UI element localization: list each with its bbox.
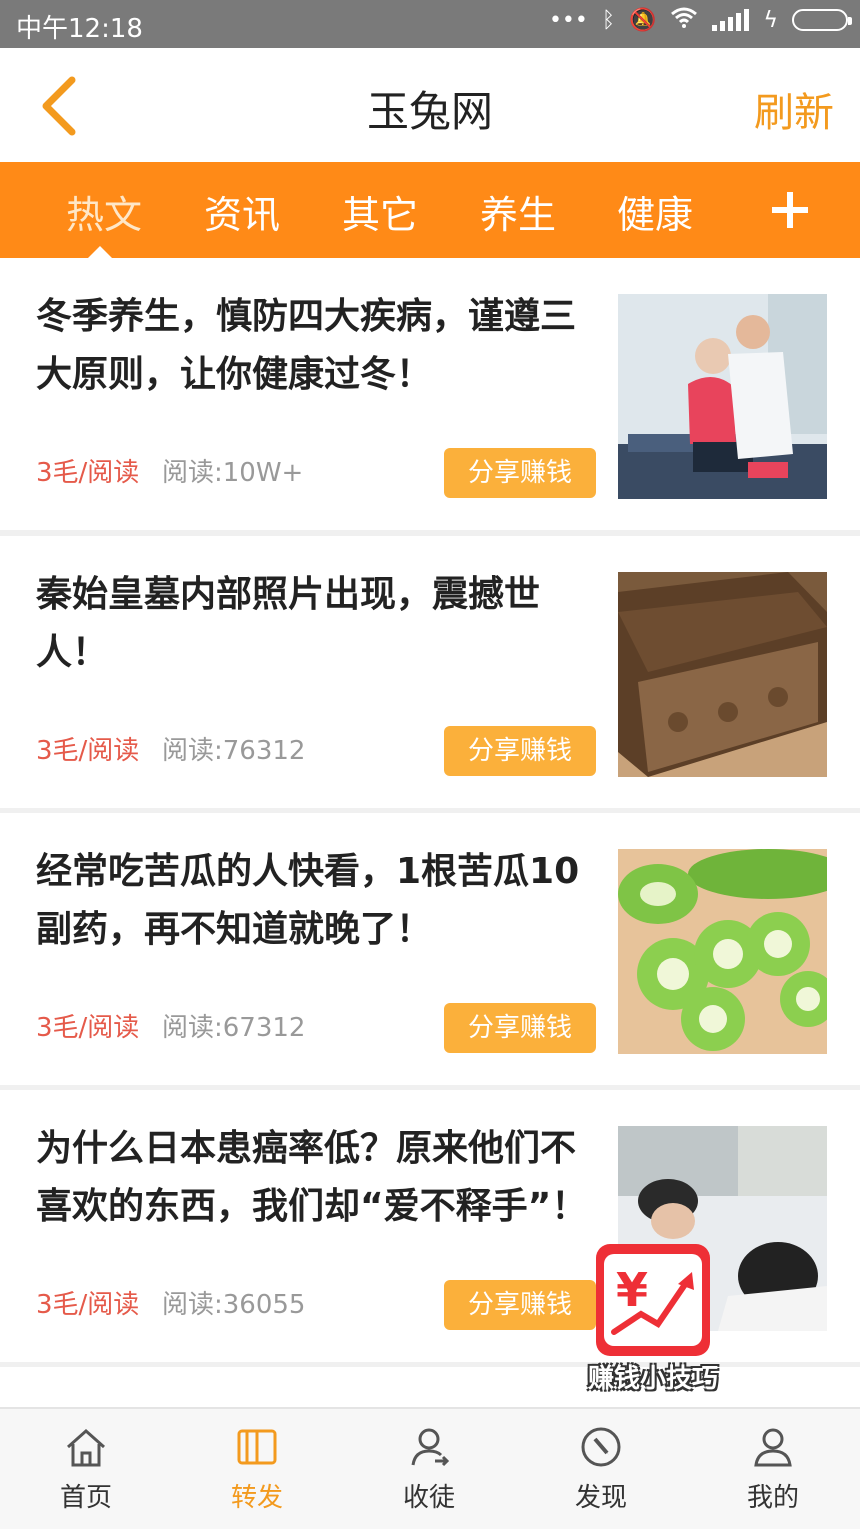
nav-forward-label: 转发 <box>230 1483 283 1513</box>
bottom-nav: 首页 转发 收徒 发现 我的 <box>0 1407 860 1529</box>
tab-hot[interactable]: 热文 <box>66 184 142 239</box>
article-read-count: 阅读:36055 <box>162 1290 306 1320</box>
nav-mine-label: 我的 <box>746 1483 799 1513</box>
article-price: 3毛/阅读 <box>36 736 140 766</box>
nav-apprentice-label: 收徒 <box>402 1483 455 1513</box>
article-title: 秦始皇墓内部照片出现，震撼世人！ <box>36 574 541 673</box>
doctor-patient-photo <box>618 294 827 499</box>
article-title: 冬季养生，慎防四大疾病，谨遵三大原则，让你健康过冬！ <box>36 296 577 395</box>
status-icons: ••• ᛒ 🔕 ϟ <box>548 6 852 34</box>
article-item-partial <box>0 1367 860 1407</box>
bluetooth-icon: ᛒ <box>601 7 616 33</box>
home-icon <box>67 1428 105 1467</box>
bitter-melon-photo <box>618 849 827 1054</box>
add-tab-button[interactable] <box>770 190 810 234</box>
tab-news[interactable]: 资讯 <box>204 184 280 239</box>
article-item[interactable]: 秦始皇墓内部照片出现，震撼世人！ 3毛/阅读 阅读:76312 分享赚钱 <box>0 536 860 808</box>
tab-wellness[interactable]: 养生 <box>480 184 556 239</box>
nav-home[interactable]: 首页 <box>26 1425 146 1514</box>
nav-mine[interactable]: 我的 <box>713 1425 833 1514</box>
article-item[interactable]: 为什么日本患癌率低？原来他们不喜欢的东西，我们却“爱不释手”！ 3毛/阅读 阅读… <box>0 1090 860 1362</box>
tab-health[interactable]: 健康 <box>617 184 693 239</box>
share-earn-button[interactable]: 分享赚钱 <box>444 726 596 776</box>
article-item[interactable]: 经常吃苦瓜的人快看，1根苦瓜10副药，再不知道就晚了！ 3毛/阅读 阅读:673… <box>0 813 860 1085</box>
nav-discover-label: 发现 <box>574 1483 627 1513</box>
earn-tips-floating-button[interactable]: ¥ 赚钱小技巧 <box>578 1240 728 1400</box>
earn-tips-label: 赚钱小技巧 <box>587 1364 718 1394</box>
compass-icon <box>581 1427 621 1467</box>
nav-apprentice[interactable]: 收徒 <box>369 1425 489 1514</box>
person-icon <box>754 1428 792 1467</box>
article-title: 经常吃苦瓜的人快看，1根苦瓜10副药，再不知道就晚了！ <box>36 851 580 950</box>
article-read-count: 阅读:10W+ <box>162 458 304 488</box>
plus-icon <box>772 192 808 228</box>
status-time: 中午12:18 <box>16 14 143 44</box>
add-user-icon <box>411 1428 450 1467</box>
refresh-button[interactable]: 刷新 <box>754 80 834 138</box>
article-price: 3毛/阅读 <box>36 1290 140 1320</box>
nav-discover[interactable]: 发现 <box>541 1425 661 1514</box>
book-icon <box>237 1429 277 1465</box>
battery-icon <box>792 9 852 31</box>
nav-forward[interactable]: 转发 <box>197 1425 317 1514</box>
share-earn-button[interactable]: 分享赚钱 <box>444 448 596 498</box>
page-title: 玉兔网 <box>366 87 493 136</box>
article-read-count: 阅读:67312 <box>162 1013 306 1043</box>
tab-other[interactable]: 其它 <box>342 184 418 239</box>
article-item[interactable]: 冬季养生，慎防四大疾病，谨遵三大原则，让你健康过冬！ 3毛/阅读 阅读:10W+… <box>0 258 860 530</box>
ancient-coffin-photo <box>618 572 827 777</box>
mute-icon: 🔕 <box>629 7 657 33</box>
more-dots-icon: ••• <box>548 7 588 33</box>
yen-chart-icon: ¥ <box>596 1244 710 1356</box>
svg-text:¥: ¥ <box>616 1263 648 1317</box>
category-tabbar: 热文 资讯 其它 养生 健康 <box>0 162 860 258</box>
share-earn-button[interactable]: 分享赚钱 <box>444 1280 596 1330</box>
article-price: 3毛/阅读 <box>36 458 140 488</box>
charging-icon: ϟ <box>763 7 778 33</box>
article-read-count: 阅读:76312 <box>162 736 306 766</box>
article-price: 3毛/阅读 <box>36 1013 140 1043</box>
app-header: 玉兔网 刷新 <box>0 48 860 162</box>
active-tab-indicator <box>88 246 112 258</box>
status-bar: 中午12:18 ••• ᛒ 🔕 ϟ <box>0 0 860 48</box>
signal-icon <box>712 9 750 31</box>
article-title: 为什么日本患癌率低？原来他们不喜欢的东西，我们却“爱不释手”！ <box>36 1128 588 1227</box>
nav-home-label: 首页 <box>59 1483 112 1513</box>
wifi-icon <box>670 6 698 34</box>
share-earn-button[interactable]: 分享赚钱 <box>444 1003 596 1053</box>
